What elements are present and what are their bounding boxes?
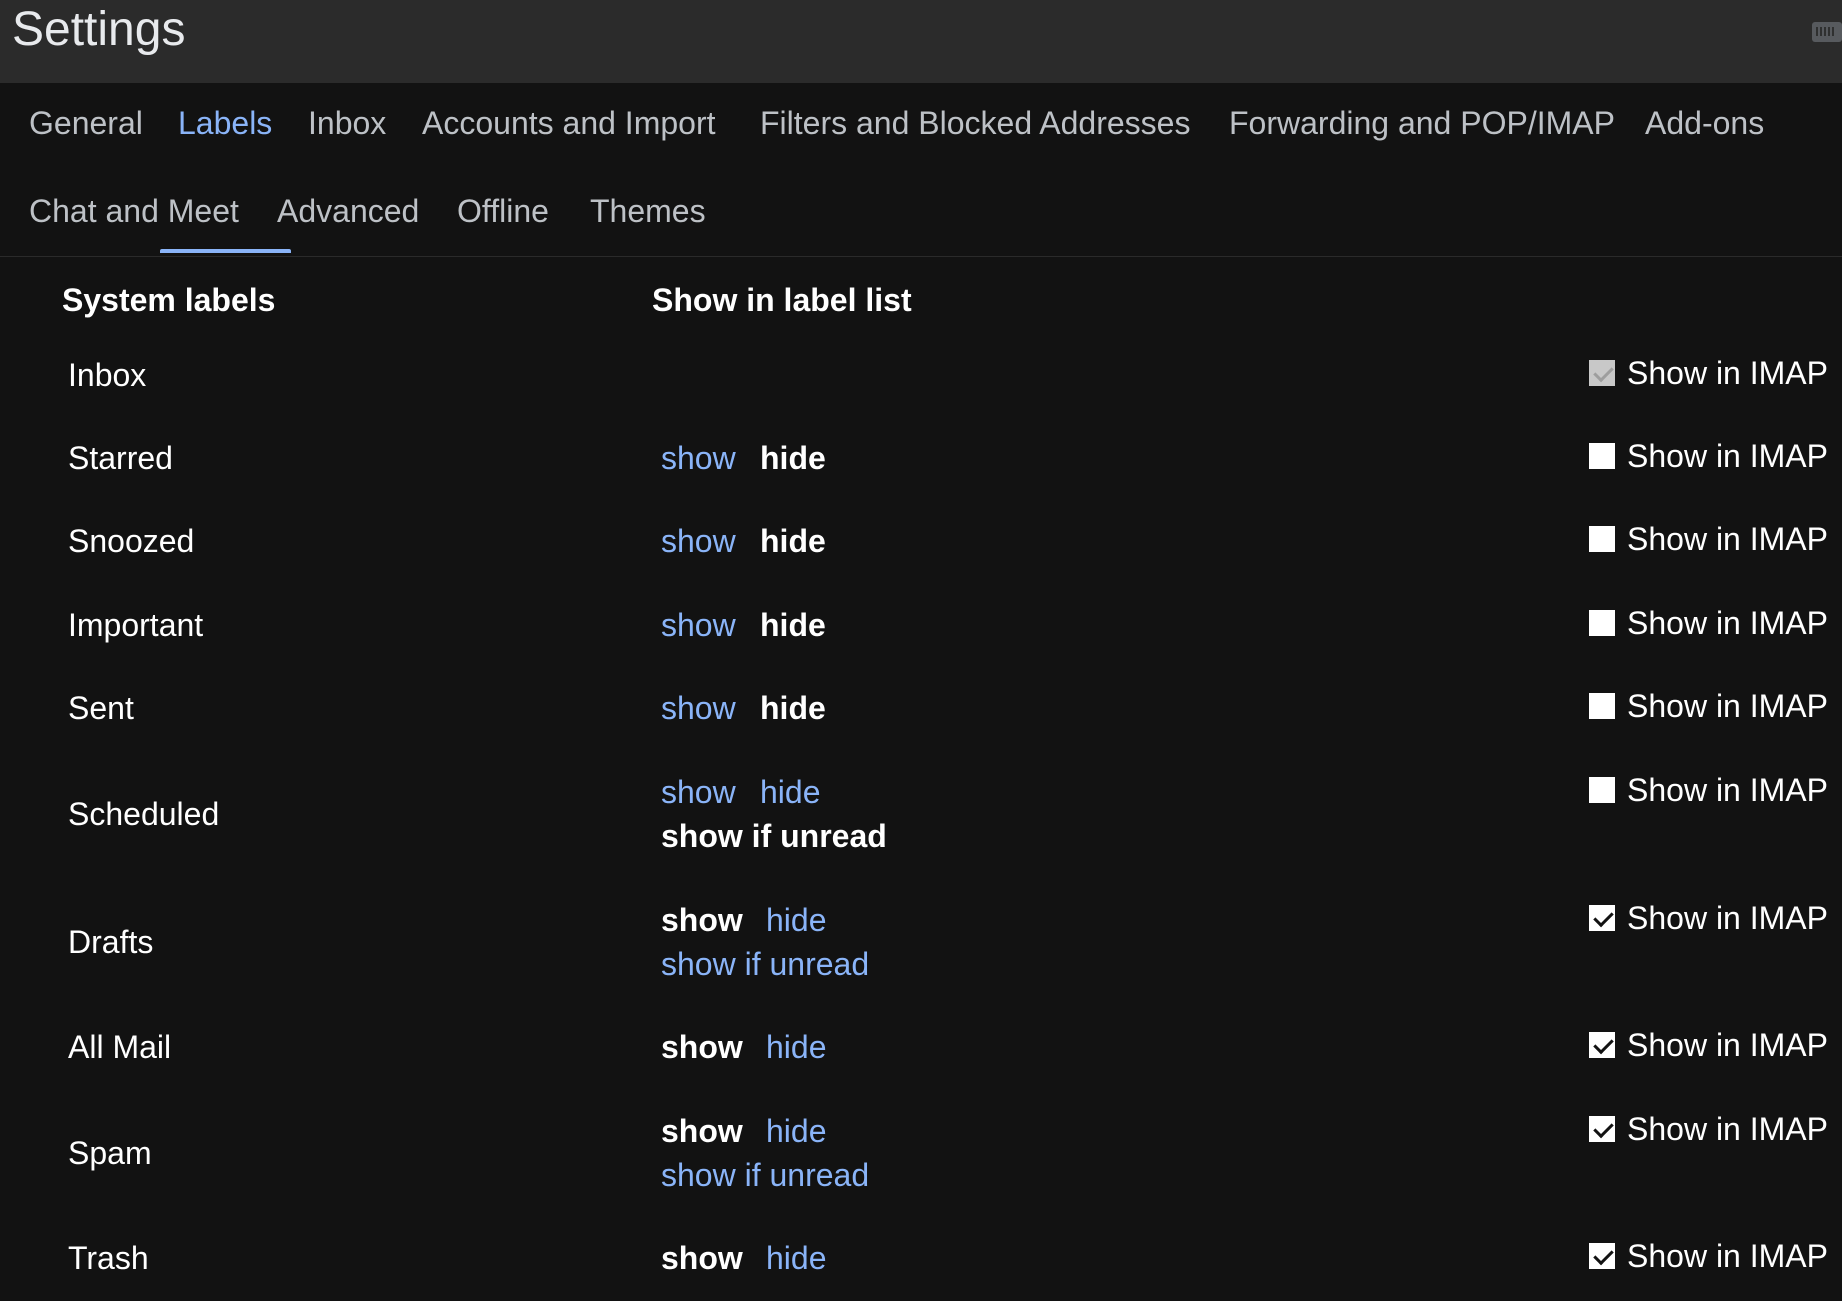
label-drafts: Drafts — [68, 924, 154, 960]
imap-checkbox-starred[interactable] — [1589, 443, 1615, 469]
spam-show-if-unread-link[interactable]: show if unread — [661, 1157, 869, 1194]
imap-checkbox-important[interactable] — [1589, 610, 1615, 636]
imap-label: Show in IMAP — [1627, 771, 1828, 808]
tab-inbox[interactable]: Inbox — [308, 105, 386, 142]
trash-show-selected: show — [661, 1240, 743, 1276]
imap-checkbox-sent[interactable] — [1589, 693, 1615, 719]
imap-label: Show in IMAP — [1627, 1110, 1828, 1147]
imap-toggle-starred: Show in IMAP — [1589, 438, 1828, 474]
spam-hide-link[interactable]: hide — [766, 1113, 827, 1150]
imap-toggle-inbox: Show in IMAP — [1589, 355, 1828, 391]
imap-label: Show in IMAP — [1627, 1026, 1828, 1063]
tab-offline[interactable]: Offline — [457, 193, 549, 230]
drafts-show-if-unread-link[interactable]: show if unread — [661, 946, 869, 983]
imap-label: Show in IMAP — [1627, 1237, 1828, 1274]
label-trash: Trash — [68, 1240, 149, 1276]
tab-accounts-and-import[interactable]: Accounts and Import — [422, 105, 715, 142]
label-scheduled: Scheduled — [68, 796, 220, 832]
tab-forwarding-and-pop-imap[interactable]: Forwarding and POP/IMAP — [1229, 105, 1615, 142]
active-tab-indicator — [160, 249, 291, 253]
starred-hide-selected: hide — [760, 440, 826, 476]
sent-show-link[interactable]: show — [661, 690, 736, 727]
imap-checkbox-inbox — [1589, 360, 1615, 386]
imap-label: Show in IMAP — [1627, 899, 1828, 936]
tab-labels[interactable]: Labels — [178, 105, 272, 142]
snoozed-hide-selected: hide — [760, 523, 826, 559]
imap-label: Show in IMAP — [1627, 687, 1828, 724]
imap-checkbox-spam[interactable] — [1589, 1116, 1615, 1142]
keyboard-icon[interactable] — [1812, 22, 1842, 42]
label-inbox: Inbox — [68, 357, 147, 393]
imap-toggle-sent: Show in IMAP — [1589, 688, 1828, 724]
scheduled-hide-link[interactable]: hide — [760, 774, 821, 811]
imap-checkbox-trash[interactable] — [1589, 1243, 1615, 1269]
starred-show-link[interactable]: show — [661, 440, 736, 477]
imap-label: Show in IMAP — [1627, 354, 1828, 391]
important-show-link[interactable]: show — [661, 607, 736, 644]
imap-checkbox-all-mail[interactable] — [1589, 1032, 1615, 1058]
show-in-label-list-heading: Show in label list — [652, 282, 912, 318]
imap-checkbox-drafts[interactable] — [1589, 905, 1615, 931]
all-mail-hide-link[interactable]: hide — [766, 1029, 827, 1066]
scheduled-show-if-unread-selected: show if unread — [661, 818, 887, 854]
imap-checkbox-snoozed[interactable] — [1589, 526, 1615, 552]
tab-chat-and-meet[interactable]: Chat and Meet — [29, 193, 239, 230]
imap-toggle-all-mail: Show in IMAP — [1589, 1027, 1828, 1063]
scheduled-show-link[interactable]: show — [661, 774, 736, 811]
label-spam: Spam — [68, 1135, 152, 1171]
settings-header: Settings — [0, 0, 1842, 83]
imap-toggle-trash: Show in IMAP — [1589, 1238, 1828, 1274]
snoozed-show-link[interactable]: show — [661, 523, 736, 560]
imap-toggle-important: Show in IMAP — [1589, 605, 1828, 641]
label-all-mail: All Mail — [68, 1029, 172, 1065]
label-snoozed: Snoozed — [68, 523, 195, 559]
spam-show-selected: show — [661, 1113, 743, 1149]
imap-checkbox-scheduled[interactable] — [1589, 777, 1615, 803]
imap-toggle-drafts: Show in IMAP — [1589, 900, 1828, 936]
drafts-hide-link[interactable]: hide — [766, 902, 827, 939]
imap-toggle-spam: Show in IMAP — [1589, 1111, 1828, 1147]
page-title: Settings — [12, 3, 186, 56]
trash-hide-link[interactable]: hide — [766, 1240, 827, 1277]
label-important: Important — [68, 607, 204, 643]
tab-filters-and-blocked-addresses[interactable]: Filters and Blocked Addresses — [760, 105, 1190, 142]
system-labels-heading: System labels — [62, 282, 276, 318]
imap-label: Show in IMAP — [1627, 437, 1828, 474]
tab-add-ons[interactable]: Add-ons — [1645, 105, 1764, 142]
tab-themes[interactable]: Themes — [590, 193, 706, 230]
drafts-show-selected: show — [661, 902, 743, 938]
all-mail-show-selected: show — [661, 1029, 743, 1065]
imap-label: Show in IMAP — [1627, 604, 1828, 641]
imap-toggle-scheduled: Show in IMAP — [1589, 772, 1828, 808]
tab-advanced[interactable]: Advanced — [277, 193, 419, 230]
settings-tabs: General Labels Inbox Accounts and Import… — [0, 83, 1842, 257]
tab-general[interactable]: General — [29, 105, 143, 142]
important-hide-selected: hide — [760, 607, 826, 643]
sent-hide-selected: hide — [760, 690, 826, 726]
imap-toggle-snoozed: Show in IMAP — [1589, 521, 1828, 557]
imap-label: Show in IMAP — [1627, 520, 1828, 557]
label-sent: Sent — [68, 690, 134, 726]
label-starred: Starred — [68, 440, 173, 476]
